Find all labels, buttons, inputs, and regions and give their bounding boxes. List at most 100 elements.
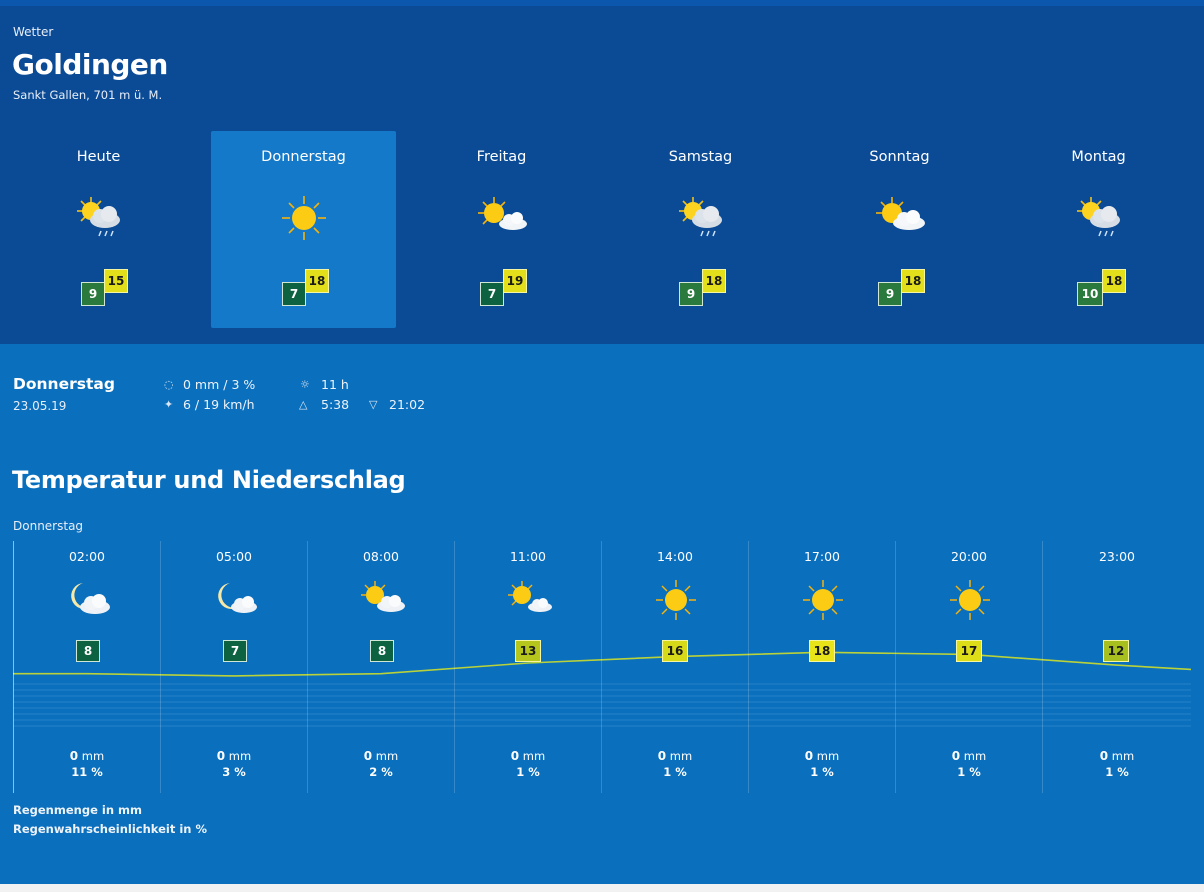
hour-column[interactable]: 23:00 12 0 mm 1 % xyxy=(1042,541,1191,793)
hour-time: 23:00 xyxy=(1098,549,1136,564)
day-tab-donnerstag[interactable]: Donnerstag 7 18 xyxy=(211,131,396,328)
moon-cloud-icon xyxy=(218,583,257,613)
sun-icon xyxy=(282,196,326,240)
moon-icon xyxy=(1105,584,1124,617)
detail-precipitation: 0 mm / 3 % xyxy=(183,377,256,392)
breadcrumb[interactable]: Wetter xyxy=(13,25,53,39)
day-tab-heute[interactable]: Heute 9 15 xyxy=(6,131,191,328)
hour-column[interactable]: 14:00 16 0 mm 1 % xyxy=(601,541,748,793)
day-tab-freitag[interactable]: Freitag 7 19 xyxy=(409,131,594,328)
day-name: Heute xyxy=(76,149,121,165)
detail-sunset: 21:02 xyxy=(389,397,426,412)
min-temp-badge: 9 xyxy=(878,282,902,306)
hour-column[interactable]: 17:00 18 0 mm 1 % xyxy=(748,541,895,793)
detail-sunrise: 5:38 xyxy=(321,397,350,412)
max-temp-badge: 15 xyxy=(104,269,128,293)
day-name: Sonntag xyxy=(869,149,930,165)
hour-precip-probability: 1 % xyxy=(957,765,981,779)
max-temp-badge: 19 xyxy=(503,269,527,293)
hour-column[interactable]: 20:00 17 0 mm 1 % xyxy=(895,541,1042,793)
day-name: Montag xyxy=(1071,149,1126,165)
sunset-icon: ▽ xyxy=(369,398,378,411)
hour-precip-amount: 0 mm xyxy=(510,749,546,763)
hour-time: 17:00 xyxy=(803,549,841,564)
min-temp-badge: 10 xyxy=(1077,282,1103,306)
hour-precip-probability: 1 % xyxy=(516,765,540,779)
sun-icon xyxy=(803,580,843,620)
min-temp-badge: 7 xyxy=(282,282,306,306)
hour-time: 14:00 xyxy=(656,549,694,564)
moon-cloud-icon xyxy=(71,583,110,614)
max-temp-badge: 18 xyxy=(305,269,329,293)
legend-rain-amount: Regenmenge in mm xyxy=(13,803,142,817)
sun-cloud-rain-icon xyxy=(77,197,120,237)
day-tab-montag[interactable]: Montag 10 18 xyxy=(1006,131,1191,328)
hour-precip-amount: 0 mm xyxy=(804,749,840,763)
hour-precip-amount: 0 mm xyxy=(951,749,987,763)
hour-temp-badge: 12 xyxy=(1103,640,1129,662)
hour-precip-amount: 0 mm xyxy=(657,749,693,763)
hour-temp-badge: 8 xyxy=(370,640,394,662)
hour-precip-probability: 2 % xyxy=(369,765,393,779)
sunshine-icon: ☼ xyxy=(300,378,310,391)
page-title: Goldingen xyxy=(12,48,168,81)
day-name: Freitag xyxy=(476,149,527,165)
day-tab-samstag[interactable]: Samstag 9 18 xyxy=(608,131,793,328)
hour-time: 02:00 xyxy=(68,549,106,564)
hour-precip-amount: 0 mm xyxy=(1099,749,1135,763)
hour-column[interactable]: 11:00 13 0 mm 1 % xyxy=(454,541,601,793)
sun-cloud-rain-icon xyxy=(1077,197,1120,237)
hour-temp-badge: 17 xyxy=(956,640,982,662)
sun-cloud-icon xyxy=(478,197,527,230)
hour-time: 11:00 xyxy=(509,549,547,564)
hour-precip-probability: 1 % xyxy=(663,765,687,779)
day-name: Samstag xyxy=(668,149,733,165)
section-day-label: Donnerstag xyxy=(13,519,84,533)
hour-temp-badge: 16 xyxy=(662,640,688,662)
hour-column[interactable]: 05:00 7 0 mm 3 % xyxy=(160,541,307,793)
day-forecast-list: Heute 9 15 Donnerstag 7 18 Freitag 7 19 … xyxy=(6,131,1200,328)
hour-temp-badge: 7 xyxy=(223,640,247,662)
sun-cloud-icon xyxy=(876,197,925,230)
hour-temp-badge: 18 xyxy=(809,640,835,662)
hour-precip-probability: 1 % xyxy=(1105,765,1129,779)
detail-day-name: Donnerstag xyxy=(13,375,115,393)
hour-precip-amount: 0 mm xyxy=(363,749,399,763)
sun-icon xyxy=(950,580,990,620)
sun-cloud-rain-icon xyxy=(679,197,722,237)
sun-cloud-icon xyxy=(508,581,552,612)
max-temp-badge: 18 xyxy=(901,269,925,293)
hour-precip-amount: 0 mm xyxy=(216,749,252,763)
hour-precip-probability: 3 % xyxy=(222,765,246,779)
hour-time: 08:00 xyxy=(362,549,400,564)
page-footer xyxy=(0,884,1204,892)
location-subtitle: Sankt Gallen, 701 m ü. M. xyxy=(13,88,163,102)
hour-column[interactable]: 08:00 8 0 mm 2 % xyxy=(307,541,454,793)
hour-precip-probability: 1 % xyxy=(810,765,834,779)
forecast-header: Wetter Goldingen Sankt Gallen, 701 m ü. … xyxy=(0,0,1204,344)
day-tab-sonntag[interactable]: Sonntag 9 18 xyxy=(807,131,992,328)
detail-wind: 6 / 19 km/h xyxy=(183,397,255,412)
sun-icon xyxy=(656,580,696,620)
hour-time: 05:00 xyxy=(215,549,253,564)
hour-column[interactable]: 02:00 8 0 mm 11 % xyxy=(13,541,160,793)
hourly-forecast: 02:00 8 0 mm 11 % 05:00 7 0 mm 3 % 08:00 xyxy=(13,541,1191,793)
section-title: Temperatur und Niederschlag xyxy=(12,466,406,494)
day-name: Donnerstag xyxy=(261,149,346,165)
hour-precip-probability: 11 % xyxy=(71,765,103,779)
max-temp-badge: 18 xyxy=(702,269,726,293)
hour-temp-badge: 13 xyxy=(515,640,541,662)
hour-temp-badge: 8 xyxy=(76,640,100,662)
day-detail-panel: Donnerstag 23.05.19 ◌ 0 mm / 3 % ✦ 6 / 1… xyxy=(0,344,1204,884)
min-temp-badge: 9 xyxy=(679,282,703,306)
min-temp-badge: 9 xyxy=(81,282,105,306)
wind-icon: ✦ xyxy=(164,398,174,411)
sun-cloud-icon xyxy=(361,581,405,612)
max-temp-badge: 18 xyxy=(1102,269,1126,293)
min-temp-badge: 7 xyxy=(480,282,504,306)
detail-sunshine: 11 h xyxy=(321,377,349,392)
hour-precip-amount: 0 mm xyxy=(69,749,105,763)
hour-time: 20:00 xyxy=(950,549,988,564)
sunrise-icon: △ xyxy=(299,398,308,411)
legend-rain-probability: Regenwahrscheinlichkeit in % xyxy=(13,822,208,836)
